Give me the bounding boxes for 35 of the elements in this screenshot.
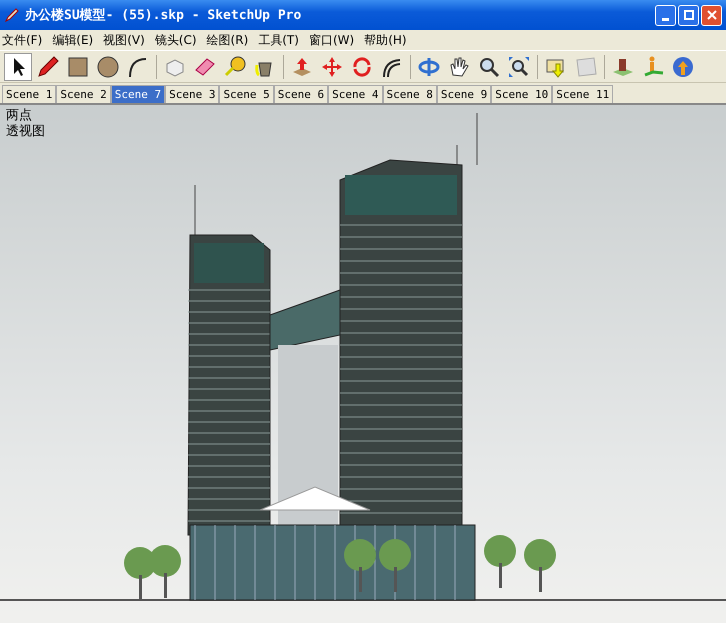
menu-item[interactable]: 帮助(H) [364,32,407,48]
menu-item[interactable]: 镜头(C) [154,32,197,48]
scene-tab[interactable]: Scene 7 [110,85,166,103]
scene-tab[interactable]: Scene 4 [328,85,383,103]
close-icon [706,10,716,20]
menu-item[interactable]: 视图(V) [103,32,145,48]
minimize-button[interactable] [655,4,676,26]
window-title: 办公楼SU模型- (55).skp - SketchUp Pro [25,7,302,24]
circle-icon [96,54,120,78]
minimize-icon [662,18,669,20]
camera-label: 两点 [6,108,33,124]
menu-item[interactable]: 工具(T) [258,32,299,48]
camera-label: 透视图 [6,124,45,140]
rectangle-icon [66,54,90,78]
menu-item[interactable]: 窗口(W) [308,32,354,48]
menu-item[interactable]: 绘图(R) [206,32,248,48]
scene-tab[interactable]: Scene 1 [2,85,56,103]
close-button[interactable] [701,4,722,26]
maximize-button[interactable] [678,4,699,26]
menu-item[interactable]: 文件(F) [2,32,42,48]
scene-tab[interactable]: Scene 8 [382,85,437,103]
extents-icon [507,54,531,78]
scene-tab[interactable]: Scene 2 [56,85,111,103]
tool-button[interactable] [4,52,32,80]
scene-tab[interactable]: Scene 6 [274,85,328,103]
scene-tab[interactable]: Scene 11 [552,85,614,103]
menu-item[interactable]: 编辑(E) [52,32,94,48]
maximize-icon [684,10,694,20]
pencil-icon [36,54,60,78]
scene-tab[interactable]: Scene 9 [436,85,492,103]
scene-tab[interactable]: Scene 3 [165,85,220,103]
scene-tab[interactable]: Scene 5 [219,85,274,103]
move-icon [320,54,344,78]
scene-tab[interactable]: Scene 10 [491,85,552,103]
pencil-icon [4,7,20,23]
